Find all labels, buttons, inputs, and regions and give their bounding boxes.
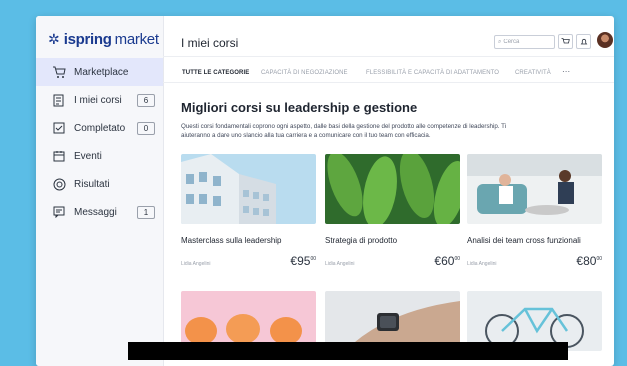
sidebar-item-messages[interactable]: Messaggi 1 [36,198,163,226]
tab-creativity[interactable]: CREATIVITÀ [515,70,551,76]
bell-icon [580,38,587,44]
cart-icon [561,37,570,43]
sidebar-item-events[interactable]: Eventi [36,142,163,170]
sidebar-item-label: Marketplace [74,66,129,78]
tab-negotiation[interactable]: CAPACITÀ DI NEGOZIAZIONE [261,70,348,76]
notifications-button[interactable] [576,34,591,49]
logo-text-ispring: ispring [63,31,112,48]
sidebar-item-label: I miei corsi [74,94,122,106]
search-input[interactable] [501,39,544,45]
count-badge: 6 [137,94,155,107]
price-cents: 00 [596,256,602,262]
sidebar-item-my-courses[interactable]: I miei corsi 6 [36,86,163,114]
price-cents: 00 [310,256,316,262]
price-value: €60 [434,254,455,268]
sidebar-item-marketplace[interactable]: Marketplace [36,58,163,86]
sidebar-item-completed[interactable]: Completato 0 [36,114,163,142]
price-cents: 00 [454,256,460,262]
category-tabs: TUTTE LE CATEGORIE CAPACITÀ DI NEGOZIAZI… [163,56,614,83]
tabs-more-button[interactable]: ··· [562,67,570,76]
app-window: ✲ ispring market Marketplace I miei cors… [36,16,614,366]
cart-icon [52,65,66,79]
course-title[interactable]: Masterclass sulla leadership [181,236,282,245]
results-icon [52,177,66,191]
price-value: €95 [290,254,311,268]
courses-icon [52,93,66,107]
course-card[interactable]: Analisi dei team cross funzionali Lidia … [467,154,602,351]
course-image-meeting [467,154,602,224]
checkbox-icon [52,121,66,135]
message-icon [52,205,66,219]
overlay-bar [128,342,568,360]
course-card[interactable]: Masterclass sulla leadership Lidia Angel… [181,154,316,351]
sidebar: ✲ ispring market Marketplace I miei cors… [36,16,164,366]
course-card[interactable]: Strategia di prodotto Lidia Angelini €60… [325,154,460,351]
logo-flower-icon: ✲ [48,31,60,47]
price-value: €80 [576,254,597,268]
sidebar-item-label: Completato [74,122,126,134]
section-title: Migliori corsi su leadership e gestione [181,100,418,115]
sidebar-nav: Marketplace I miei corsi 6 Completato 0 [36,58,163,226]
tab-all-categories[interactable]: TUTTE LE CATEGORIE [182,70,249,76]
course-image-building [181,154,316,224]
course-title[interactable]: Analisi dei team cross funzionali [467,236,581,245]
course-price: €8000 [576,254,602,268]
search-box[interactable]: ⌕ [494,35,555,49]
course-price: €9500 [290,254,316,268]
course-price: €6000 [434,254,460,268]
section-description: Questi corsi fondamentali coprono ogni a… [181,123,507,139]
count-badge: 0 [137,122,155,135]
sidebar-item-label: Messaggi [74,206,117,218]
calendar-icon [52,149,66,163]
cart-button[interactable] [558,34,573,49]
logo-text-market: market [114,31,159,48]
sidebar-item-results[interactable]: Risultati [36,170,163,198]
course-author: Lidia Angelini [325,261,355,267]
course-image-leaves [325,154,460,224]
course-title[interactable]: Strategia di prodotto [325,236,397,245]
count-badge: 1 [137,206,155,219]
sidebar-item-label: Risultati [74,178,110,190]
user-avatar[interactable] [597,32,613,48]
course-author: Lidia Angelini [181,261,211,267]
logo[interactable]: ✲ ispring market [48,31,159,48]
course-author: Lidia Angelini [467,261,497,267]
sidebar-item-label: Eventi [74,150,102,162]
page-title: I miei corsi [181,36,239,50]
tab-flexibility[interactable]: FLESSIBILITÀ E CAPACITÀ DI ADATTAMENTO [366,70,499,76]
